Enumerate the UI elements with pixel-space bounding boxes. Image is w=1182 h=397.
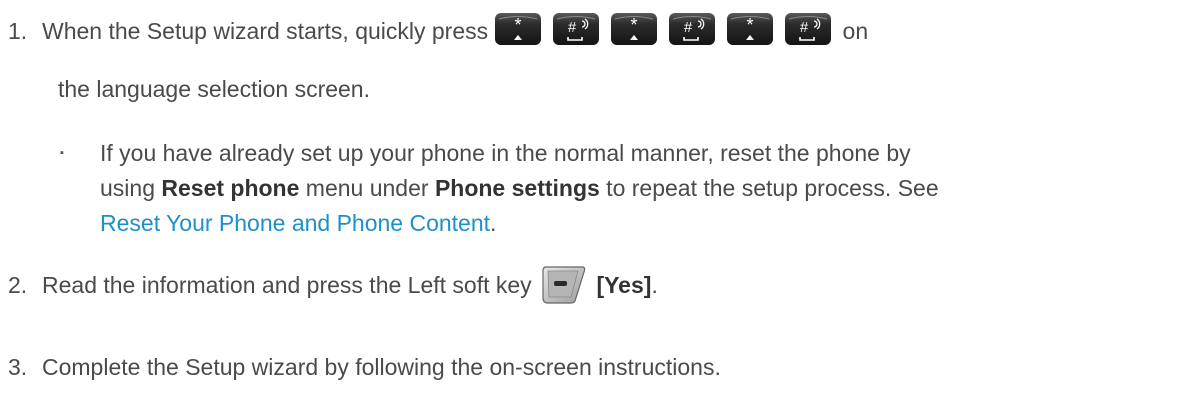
note-line-1: If you have already set up your phone in… bbox=[100, 140, 911, 166]
pound-key-icon: # bbox=[785, 13, 832, 45]
step-text-end: . bbox=[651, 272, 658, 299]
pound-key-icon: # bbox=[669, 13, 716, 45]
note-text: using bbox=[100, 175, 162, 201]
key-sequence: * # * # * # bbox=[494, 11, 832, 47]
svg-text:*: * bbox=[747, 15, 754, 35]
step-text: Complete the Setup wizard by following t… bbox=[42, 354, 721, 380]
reset-phone-label: Reset phone bbox=[161, 175, 300, 201]
reset-phone-link[interactable]: Reset Your Phone and Phone Content bbox=[100, 210, 490, 236]
phone-settings-label: Phone settings bbox=[434, 175, 600, 201]
left-soft-key-icon bbox=[542, 266, 586, 304]
step-1-continuation: the language selection screen. bbox=[58, 76, 370, 102]
step-number: 2. bbox=[8, 272, 28, 299]
note-bullet-item: ▪ If you have already set up your phone … bbox=[60, 136, 1175, 241]
star-key-icon: * bbox=[727, 13, 774, 45]
yes-label: [Yes] bbox=[596, 272, 652, 299]
note-text: to repeat the setup process. See bbox=[599, 175, 939, 201]
step-text: When the Setup wizard starts, quickly pr… bbox=[42, 18, 489, 45]
step-number: 1. bbox=[8, 18, 28, 45]
svg-text:*: * bbox=[631, 15, 638, 35]
svg-text:#: # bbox=[684, 19, 693, 36]
step-text-end: on bbox=[836, 18, 869, 45]
svg-text:#: # bbox=[568, 19, 577, 36]
step-number: 3. bbox=[8, 354, 28, 380]
bullet-icon: ▪ bbox=[60, 147, 64, 159]
note-text: . bbox=[490, 210, 497, 236]
svg-text:#: # bbox=[800, 19, 809, 36]
note-line-3: Reset Your Phone and Phone Content. bbox=[100, 206, 1175, 241]
step-1: 1. When the Setup wizard starts, quickly … bbox=[8, 13, 1168, 51]
svg-text:*: * bbox=[515, 15, 522, 35]
note-text: menu under bbox=[299, 175, 435, 201]
step-3: 3. Complete the Setup wizard by following… bbox=[8, 356, 1168, 379]
step-2: 2. Read the information and press the Lef… bbox=[8, 266, 1168, 308]
star-key-icon: * bbox=[611, 13, 658, 45]
note-line-2: using Reset phone menu under Phone setti… bbox=[100, 171, 1175, 206]
step-text: Read the information and press the Left … bbox=[42, 272, 539, 299]
pound-key-icon: # bbox=[553, 13, 600, 45]
star-key-icon: * bbox=[495, 13, 542, 45]
